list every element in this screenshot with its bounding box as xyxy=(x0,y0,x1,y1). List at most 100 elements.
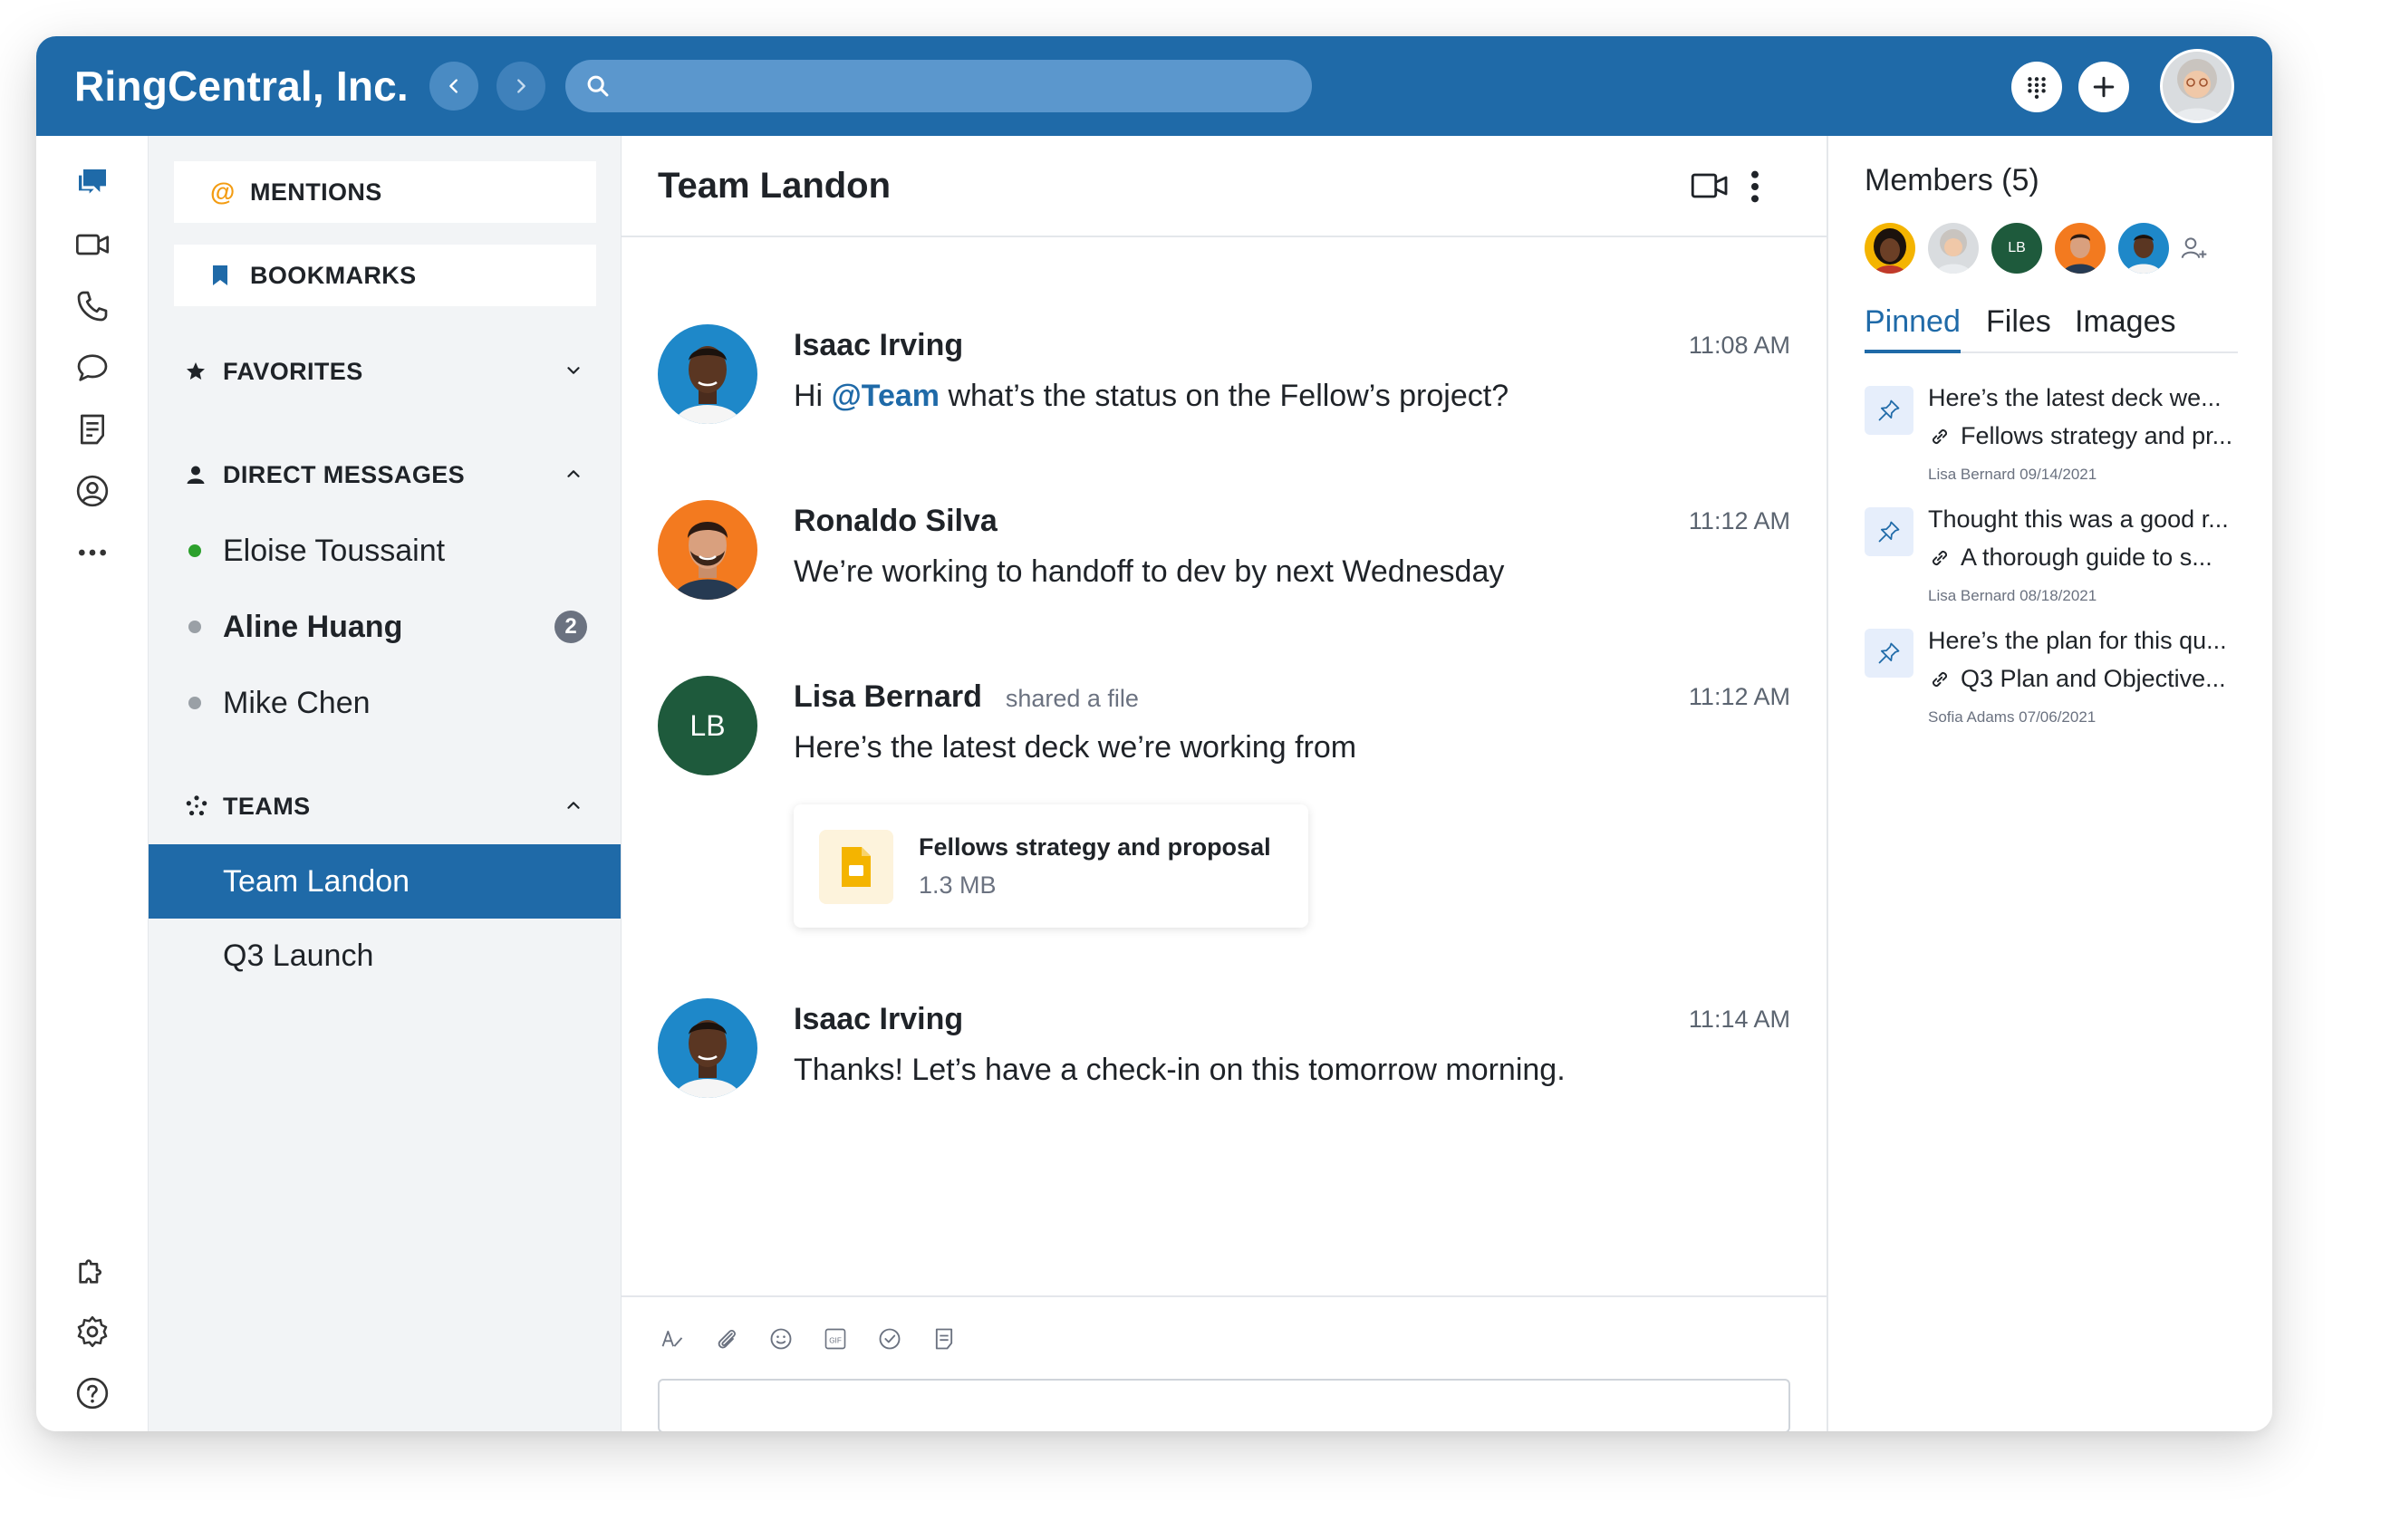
pin-icon xyxy=(1865,386,1913,435)
offline-status-dot xyxy=(188,697,201,709)
member-avatar-lb[interactable]: LB xyxy=(1991,223,2042,274)
member-avatar[interactable] xyxy=(2055,223,2106,274)
message-time: 11:08 AM xyxy=(1688,332,1790,359)
pinned-item[interactable]: Thought this was a good r... A thorough … xyxy=(1865,505,2245,614)
avatar-isaac-irving[interactable] xyxy=(658,324,757,424)
pinned-link-text: Q3 Plan and Objective... xyxy=(1961,665,2226,692)
dm-item-aline-huang[interactable]: Aline Huang 2 xyxy=(185,600,587,654)
pinned-meta: Lisa Bernard 08/18/2021 xyxy=(1928,587,2097,604)
favorites-section[interactable]: FAVORITES xyxy=(185,353,583,390)
mentions-button[interactable]: @ MENTIONS xyxy=(174,161,596,223)
message-text: We’re working to handoff to dev by next … xyxy=(794,554,1505,589)
conversation-header: Team Landon xyxy=(622,136,1827,237)
apps-icon[interactable] xyxy=(71,1248,114,1292)
gif-icon[interactable]: GIF xyxy=(821,1324,850,1353)
message-author[interactable]: Isaac Irving xyxy=(794,1002,963,1037)
profile-avatar[interactable] xyxy=(2160,49,2234,123)
bookmark-icon xyxy=(210,264,237,287)
message-author-name[interactable]: Lisa Bernard xyxy=(794,679,982,714)
format-text-icon[interactable] xyxy=(658,1324,687,1353)
member-avatar[interactable] xyxy=(2118,223,2169,274)
chat-bubble-icon[interactable] xyxy=(71,346,114,390)
message-author[interactable]: Isaac Irving xyxy=(794,328,963,363)
pinned-link[interactable]: Q3 Plan and Objective... xyxy=(1928,665,2226,693)
forward-button[interactable] xyxy=(496,62,545,111)
emoji-icon[interactable] xyxy=(766,1324,795,1353)
person-icon xyxy=(185,464,210,486)
message-icon[interactable] xyxy=(71,161,114,205)
dm-name: Aline Huang xyxy=(223,609,403,644)
message-item: LB Lisa Bernard shared a file 11:12 AM He… xyxy=(658,676,1790,948)
contacts-icon[interactable] xyxy=(71,469,114,513)
file-attachment-card[interactable]: Fellows strategy and proposal 1.3 MB xyxy=(794,804,1308,928)
more-options-button[interactable] xyxy=(1749,168,1761,209)
teams-section[interactable]: TEAMS xyxy=(185,788,583,824)
team-name: Team Landon xyxy=(223,863,410,899)
app-window: RingCentral, Inc. @ MENTIONS BOOKMARKS F… xyxy=(36,36,2272,1431)
dialpad-button[interactable] xyxy=(2011,62,2062,112)
settings-icon[interactable] xyxy=(71,1310,114,1353)
conversation-pane: Team Landon Isaac Irving 11:08 AM Hi @Te… xyxy=(622,136,1827,1431)
message-time: 11:12 AM xyxy=(1688,683,1790,710)
top-bar: RingCentral, Inc. xyxy=(36,36,2272,136)
tab-images[interactable]: Images xyxy=(2075,304,2176,353)
conversation-nav: @ MENTIONS BOOKMARKS FAVORITES DIRECT ME… xyxy=(149,136,622,1431)
message-text: Here’s the latest deck we’re working fro… xyxy=(794,730,1357,765)
message-author[interactable]: Ronaldo Silva xyxy=(794,504,998,539)
help-icon[interactable] xyxy=(71,1372,114,1415)
task-icon[interactable] xyxy=(875,1324,904,1353)
teams-icon xyxy=(185,794,210,818)
chevron-down-icon xyxy=(567,367,580,374)
pinned-meta: Sofia Adams 07/06/2021 xyxy=(1928,708,2097,726)
message-item: Isaac Irving 11:14 AM Thanks! Let’s have… xyxy=(658,998,1790,1107)
pinned-item[interactable]: Here’s the plan for this qu... Q3 Plan a… xyxy=(1865,627,2245,736)
new-action-button[interactable] xyxy=(2078,62,2129,112)
back-button[interactable] xyxy=(429,62,478,111)
avatar-lisa-bernard[interactable]: LB xyxy=(658,676,757,775)
team-item-q3-launch[interactable]: Q3 Launch xyxy=(149,919,621,993)
link-icon xyxy=(1932,671,1948,687)
tab-files[interactable]: Files xyxy=(1986,304,2051,353)
kebab-menu-icon xyxy=(1751,170,1759,203)
add-member-button[interactable] xyxy=(2180,234,2209,267)
message-input[interactable] xyxy=(658,1379,1790,1431)
app-rail xyxy=(36,136,149,1431)
star-icon xyxy=(185,361,210,382)
video-call-button[interactable] xyxy=(1691,170,1729,206)
details-tabs: Pinned Files Images xyxy=(1865,304,2238,353)
tab-pinned[interactable]: Pinned xyxy=(1865,304,1961,353)
bookmarks-button[interactable]: BOOKMARKS xyxy=(174,245,596,306)
attach-icon[interactable] xyxy=(712,1324,741,1353)
direct-messages-section[interactable]: DIRECT MESSAGES xyxy=(185,457,583,493)
svg-text:GIF: GIF xyxy=(829,1337,842,1345)
team-item-team-landon[interactable]: Team Landon xyxy=(149,844,621,919)
search-input[interactable] xyxy=(623,72,1258,101)
dm-item-eloise-toussaint[interactable]: Eloise Toussaint xyxy=(185,524,587,578)
pinned-link[interactable]: Fellows strategy and pr... xyxy=(1928,422,2232,450)
video-icon[interactable] xyxy=(71,223,114,266)
avatar-ronaldo-silva[interactable] xyxy=(658,500,757,600)
video-icon xyxy=(1691,173,1728,198)
message-author: Lisa Bernard shared a file xyxy=(794,679,1139,715)
pinned-item[interactable]: Here’s the latest deck we... Fellows str… xyxy=(1865,384,2245,493)
team-name: Q3 Launch xyxy=(223,938,374,973)
team-mention-link[interactable]: @Team xyxy=(832,379,940,413)
online-status-dot xyxy=(188,544,201,557)
search-bar[interactable] xyxy=(565,60,1312,112)
bookmarks-label: BOOKMARKS xyxy=(250,261,417,289)
phone-icon[interactable] xyxy=(71,284,114,328)
avatar-isaac-irving[interactable] xyxy=(658,998,757,1098)
more-icon[interactable] xyxy=(71,531,114,574)
plus-icon xyxy=(2093,76,2115,98)
note-icon[interactable] xyxy=(930,1324,959,1353)
mentions-label: MENTIONS xyxy=(250,178,382,206)
at-icon: @ xyxy=(210,178,236,206)
pinned-title: Here’s the plan for this qu... xyxy=(1928,627,2227,654)
member-avatar[interactable] xyxy=(1865,223,1915,274)
pinned-link[interactable]: A thorough guide to s... xyxy=(1928,544,2212,572)
notes-icon[interactable] xyxy=(71,408,114,451)
dm-item-mike-chen[interactable]: Mike Chen xyxy=(185,676,587,730)
member-avatar[interactable] xyxy=(1928,223,1979,274)
message-text-body: what’s the status on the Fellow’s projec… xyxy=(940,379,1509,413)
chevron-up-icon xyxy=(567,802,580,809)
